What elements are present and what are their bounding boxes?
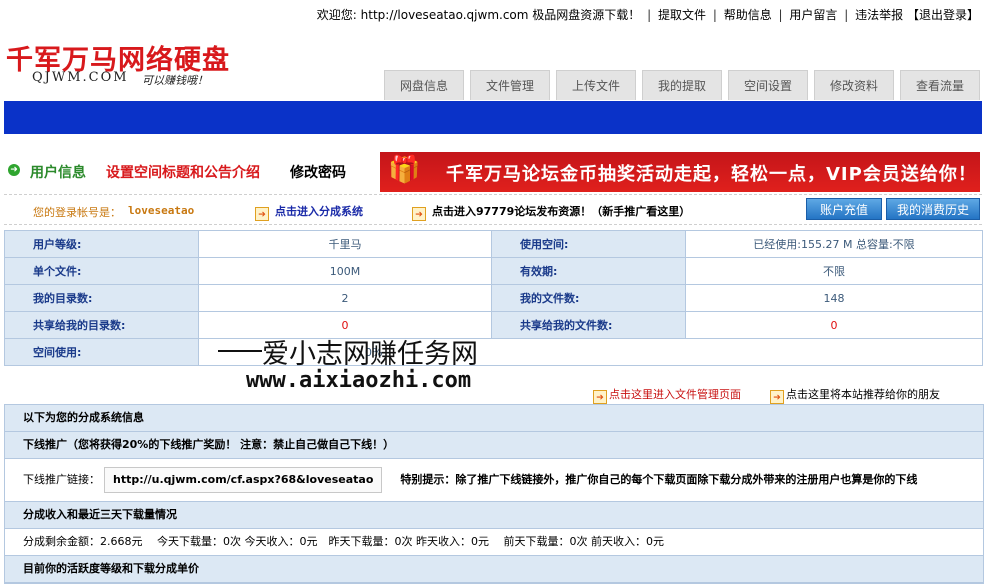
label-shared-dirs: 共享给我的目录数:	[4, 311, 199, 339]
label-file-count: 我的文件数:	[491, 284, 686, 312]
activity-title: 目前你的活跃度等级和下载分成单价	[5, 556, 983, 583]
label-dir-count: 我的目录数:	[4, 284, 199, 312]
income-line: 分成剩余金额：2.668元 今天下载量：0次 今天收入：0元 昨天下载量：0次 …	[5, 529, 983, 556]
submenu-set-title[interactable]: 设置空间标题和公告介绍	[106, 162, 260, 182]
tab-file-management[interactable]: 文件管理	[470, 70, 550, 100]
separator: |	[712, 8, 717, 22]
share-system-link-label: 点击进入分成系统	[275, 205, 363, 218]
table-row: 单个文件: 100M 有效期: 不限	[4, 257, 983, 285]
divider	[4, 224, 982, 225]
link-message[interactable]: 用户留言	[789, 8, 837, 22]
share-system-header: 以下为您的分成系统信息	[5, 405, 983, 432]
forum-link[interactable]: ➔ 点击进入97779论坛发布资源！（新手推广看这里）	[412, 203, 690, 221]
promo-title: 下线推广（您将获得20%的下线推广奖励！ 注意：禁止自己做自己下线！）	[5, 432, 983, 459]
link-extract-file[interactable]: 提取文件	[658, 8, 706, 22]
document-arrow-icon: ➔	[593, 390, 607, 404]
recharge-button[interactable]: 账户充值	[806, 198, 882, 220]
logout-link[interactable]: 【退出登录】	[907, 8, 979, 22]
top-links-bar: 欢迎您: http://loveseatao.qjwm.com 极品网盘资源下载…	[317, 6, 979, 23]
tab-my-extract[interactable]: 我的提取	[642, 70, 722, 100]
account-value: loveseatao	[128, 204, 195, 217]
promo-link-field[interactable]: http://u.qjwm.com/cf.aspx?68&loveseatao	[104, 467, 383, 493]
value-validity: 不限	[685, 257, 983, 285]
tab-disk-info[interactable]: 网盘信息	[384, 70, 464, 100]
label-single-file: 单个文件:	[4, 257, 199, 285]
recommend-link-label: 点击这里将本站推荐给你的朋友	[786, 388, 940, 401]
label-shared-files: 共享给我的文件数:	[491, 311, 686, 339]
logo-slogan: 可以赚钱哦！	[142, 74, 208, 87]
table-row: 空间使用: 0%	[4, 338, 983, 366]
tab-edit-profile[interactable]: 修改资料	[814, 70, 894, 100]
logo-domain: QJWM.COM	[32, 70, 129, 85]
document-arrow-icon: ➔	[255, 207, 269, 221]
label-used-space: 使用空间:	[491, 230, 686, 258]
banner-text: 千军万马论坛金币抽奖活动走起，轻松一点，VIP会员送给你！	[446, 164, 977, 185]
submenu-user-info[interactable]: 用户信息	[30, 162, 86, 182]
value-file-count: 148	[685, 284, 983, 312]
value-user-level: 千里马	[198, 230, 492, 258]
label-user-level: 用户等级:	[4, 230, 199, 258]
promo-tip: 特别提示：除了推广下线链接外，推广你自己的每个下载页面除下载分成外带来的注册用户…	[400, 473, 918, 486]
separator: |	[844, 8, 849, 22]
tab-upload-file[interactable]: 上传文件	[556, 70, 636, 100]
account-info-table: 用户等级: 千里马 使用空间: 已经使用:155.27 M 总容量:不限 单个文…	[4, 230, 983, 366]
table-row: 我的目录数: 2 我的文件数: 148	[4, 284, 983, 312]
income-title: 分成收入和最近三天下载量情况	[5, 502, 983, 529]
recommend-link[interactable]: ➔ 点击这里将本站推荐给你的朋友	[770, 386, 940, 404]
table-row: 用户等级: 千里马 使用空间: 已经使用:155.27 M 总容量:不限	[4, 230, 983, 258]
document-arrow-icon: ➔	[770, 390, 784, 404]
promo-link-label: 下线推广链接：	[23, 473, 100, 486]
watermark-dash	[218, 350, 262, 352]
table-row: 共享给我的目录数: 0 共享给我的文件数: 0	[4, 311, 983, 339]
welcome-text: 欢迎您: http://loveseatao.qjwm.com 极品网盘资源下载…	[316, 8, 641, 22]
forum-link-label: 点击进入97779论坛发布资源！（新手推广看这里）	[432, 205, 691, 218]
document-arrow-icon: ➔	[412, 207, 426, 221]
share-system-panel: 以下为您的分成系统信息 下线推广（您将获得20%的下线推广奖励！ 注意：禁止自己…	[4, 404, 984, 584]
link-help[interactable]: 帮助信息	[724, 8, 772, 22]
share-system-link[interactable]: ➔ 点击进入分成系统	[255, 203, 363, 221]
value-single-file: 100M	[198, 257, 492, 285]
nav-blue-bar	[4, 101, 982, 134]
consumption-history-button[interactable]: 我的消费历史	[886, 198, 980, 220]
submenu-change-password[interactable]: 修改密码	[290, 162, 346, 182]
tab-space-settings[interactable]: 空间设置	[728, 70, 808, 100]
account-label: 您的登录帐号是：	[33, 206, 121, 219]
divider	[4, 194, 982, 195]
promo-banner[interactable]: 🎁 千军万马论坛金币抽奖活动走起，轻松一点，VIP会员送给你！	[380, 152, 980, 192]
file-management-link-label: 点击这里进入文件管理页面	[609, 388, 741, 401]
value-used-space: 已经使用:155.27 M 总容量:不限	[685, 230, 983, 258]
label-space-usage: 空间使用:	[4, 338, 199, 366]
value-dir-count: 2	[198, 284, 492, 312]
promo-link-row: 下线推广链接： http://u.qjwm.com/cf.aspx?68&love…	[5, 459, 983, 502]
watermark-url: www.aixiaozhi.com	[246, 368, 472, 393]
value-shared-files: 0	[685, 311, 983, 339]
site-logo[interactable]: 千军万马网络硬盘 QJWM.COM 可以赚钱哦！	[6, 38, 251, 90]
gift-icon: 🎁	[388, 155, 421, 185]
green-arrow-icon: ➜	[8, 164, 20, 176]
file-management-link[interactable]: ➔ 点击这里进入文件管理页面	[593, 386, 741, 404]
separator: |	[778, 8, 783, 22]
tab-view-traffic[interactable]: 查看流量	[900, 70, 980, 100]
link-report[interactable]: 违法举报	[855, 8, 903, 22]
watermark-title: 爱小志网赚任务网	[262, 339, 478, 370]
separator: |	[647, 8, 652, 22]
label-validity: 有效期:	[491, 257, 686, 285]
